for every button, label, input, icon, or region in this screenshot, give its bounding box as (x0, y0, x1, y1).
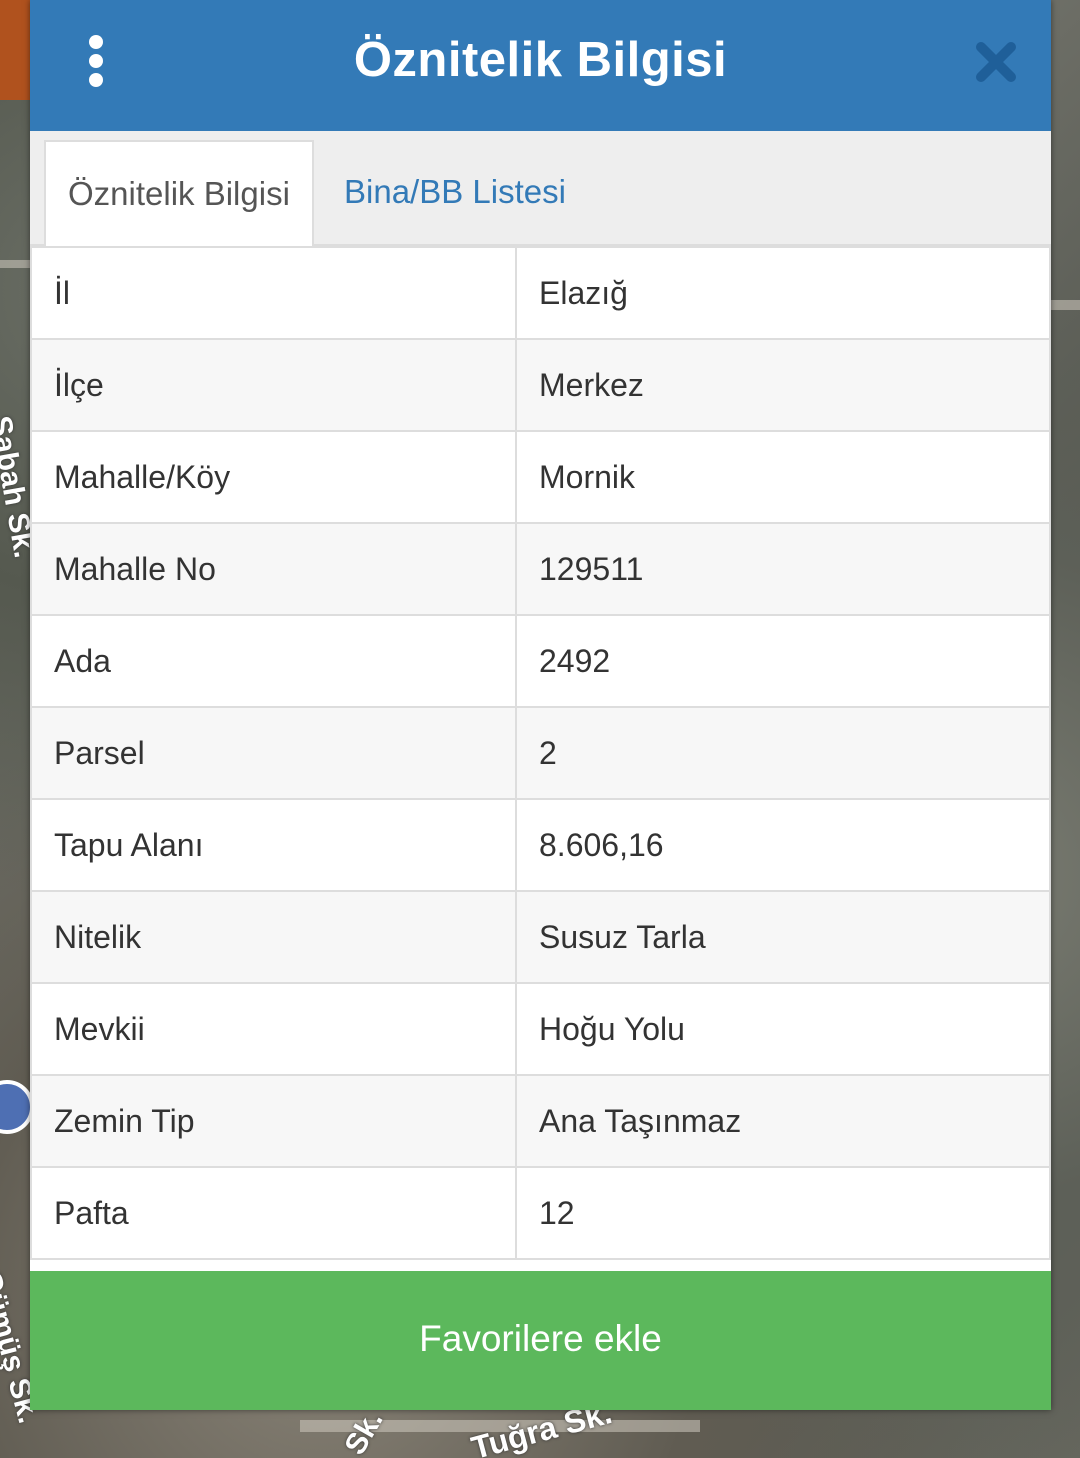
attribute-value: Susuz Tarla (515, 890, 1051, 984)
attribute-value: Elazığ (515, 246, 1051, 340)
attribute-key: Pafta (30, 1166, 517, 1260)
table-row: İlçe Merkez (30, 338, 1051, 432)
table-row: Pafta 12 (30, 1166, 1051, 1260)
attribute-key: Mahalle No (30, 522, 517, 616)
menu-dot (89, 54, 103, 68)
table-row: Mahalle No 129511 (30, 522, 1051, 616)
close-button[interactable] (974, 40, 1018, 84)
attribute-value: 2 (515, 706, 1051, 800)
table-row: Zemin Tip Ana Taşınmaz (30, 1074, 1051, 1168)
table-row: Tapu Alanı 8.606,16 (30, 798, 1051, 892)
attribute-value: Merkez (515, 338, 1051, 432)
dialog-title: Öznitelik Bilgisi (353, 33, 728, 87)
attribute-key: Zemin Tip (30, 1074, 517, 1168)
attribute-value: 8.606,16 (515, 798, 1051, 892)
attribute-value: Ana Taşınmaz (515, 1074, 1051, 1168)
table-row: İl Elazığ (30, 246, 1051, 340)
map-building-highlight (0, 0, 30, 100)
menu-dot (89, 35, 103, 49)
dialog-header: Öznitelik Bilgisi (30, 0, 1051, 131)
attribute-key: İl (30, 246, 517, 340)
attribute-table: İl Elazığ İlçe Merkez Mahalle/Köy Mornik… (30, 246, 1051, 1260)
attribute-value: Hoğu Yolu (515, 982, 1051, 1076)
menu-button[interactable] (80, 35, 114, 89)
menu-dot (89, 73, 103, 87)
table-row: Mevkii Hoğu Yolu (30, 982, 1051, 1076)
attribute-key: İlçe (30, 338, 517, 432)
attribute-key: Ada (30, 614, 517, 708)
attribute-key: Mahalle/Köy (30, 430, 517, 524)
table-row: Nitelik Susuz Tarla (30, 890, 1051, 984)
map-road (0, 260, 30, 268)
table-row: Mahalle/Köy Mornik (30, 430, 1051, 524)
attribute-value: 129511 (515, 522, 1051, 616)
attribute-key: Parsel (30, 706, 517, 800)
attribute-key: Mevkii (30, 982, 517, 1076)
attribute-value: 2492 (515, 614, 1051, 708)
map-road (1051, 300, 1080, 310)
attribute-value: 12 (515, 1166, 1051, 1260)
add-to-favorites-button[interactable]: Favorilere ekle (30, 1271, 1051, 1410)
attribute-dialog: Öznitelik Bilgisi Öznitelik Bilgisi Bina… (30, 0, 1051, 1410)
tab-bar: Öznitelik Bilgisi Bina/BB Listesi (30, 131, 1051, 246)
close-x-icon (976, 42, 1016, 82)
attribute-key: Nitelik (30, 890, 517, 984)
attribute-key: Tapu Alanı (30, 798, 517, 892)
tab-building-list[interactable]: Bina/BB Listesi (322, 140, 588, 246)
tab-attribute-info[interactable]: Öznitelik Bilgisi (44, 140, 314, 246)
attribute-value: Mornik (515, 430, 1051, 524)
table-row: Ada 2492 (30, 614, 1051, 708)
table-row: Parsel 2 (30, 706, 1051, 800)
